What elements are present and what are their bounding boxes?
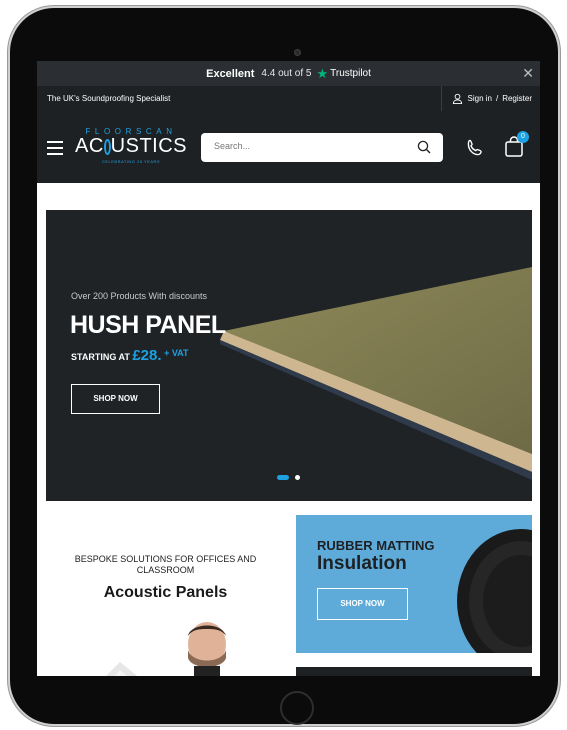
carousel-dots (277, 475, 300, 480)
acoustic-panel-person-image (106, 622, 226, 676)
hero-pretitle: Over 200 Products With discounts (71, 291, 208, 301)
hero-starting-at: STARTING AT (71, 352, 130, 362)
logo-main-text: AC USTICS (75, 135, 187, 158)
rubber-matting-subtitle: Insulation (317, 553, 407, 574)
acoustic-panels-kicker: BESPOKE SOLUTIONS FOR OFFICES AND CLASSR… (74, 554, 257, 575)
home-button[interactable] (280, 691, 314, 725)
site-header: FLOORSCAN AC USTICS CELEBRATING 25 YEARS … (37, 111, 540, 183)
sign-in-link[interactable]: Sign in (468, 94, 492, 103)
phone-icon[interactable] (465, 138, 485, 158)
search-input[interactable] (214, 141, 394, 151)
hero-shop-now-button[interactable]: SHOP NOW (71, 384, 160, 414)
next-promo-card[interactable] (296, 667, 532, 676)
trustpilot-bar[interactable]: Excellent 4.4 out of 5 ★ Trustpilot ✕ (37, 61, 540, 86)
site-logo[interactable]: FLOORSCAN AC USTICS CELEBRATING 25 YEARS (75, 127, 187, 169)
carousel-dot-active[interactable] (277, 475, 289, 480)
rubber-matting-title: RUBBER MATTING (317, 538, 435, 553)
camera-icon (294, 49, 301, 56)
web-page: Excellent 4.4 out of 5 ★ Trustpilot ✕ Th… (37, 61, 540, 676)
account-separator: / (495, 94, 499, 103)
trustpilot-star-icon: ★ (316, 65, 329, 81)
rubber-matting-shop-now-button[interactable]: SHOP NOW (317, 588, 408, 620)
trustpilot-brand: Trustpilot (330, 68, 371, 79)
trustpilot-rating-text: 4.4 out of 5 (261, 68, 312, 79)
tagline: The UK's Soundproofing Specialist (47, 94, 171, 103)
rubber-matting-promo[interactable]: RUBBER MATTING Insulation SHOP NOW (296, 515, 532, 653)
hamburger-menu-icon[interactable] (47, 141, 63, 159)
hero-title: HUSH PANEL (70, 311, 226, 339)
acoustic-panels-heading: Acoustic Panels (103, 584, 228, 601)
rubber-roll-image (457, 529, 532, 653)
close-icon[interactable]: ✕ (522, 65, 534, 82)
logo-main-a: AC (75, 135, 104, 157)
search-box[interactable] (201, 133, 443, 162)
cart-count-badge: 0 (517, 131, 529, 143)
account-links: Sign in / Register (440, 86, 532, 111)
logo-main-b: USTICS (110, 135, 187, 157)
top-strip: The UK's Soundproofing Specialist Sign i… (37, 86, 540, 111)
hero-banner[interactable]: Over 200 Products With discounts HUSH PA… (46, 210, 532, 501)
hero-vat: + VAT (164, 348, 189, 358)
hero-price-row: STARTING AT £28. + VAT (71, 347, 188, 364)
register-link[interactable]: Register (502, 94, 532, 103)
search-icon[interactable] (417, 140, 431, 154)
carousel-dot[interactable] (295, 475, 300, 480)
trustpilot-rating-word: Excellent (206, 67, 255, 80)
hero-price: £28. (132, 347, 162, 364)
logo-sub-text: CELEBRATING 25 YEARS (101, 159, 161, 164)
user-icon (452, 93, 462, 104)
acoustic-panels-promo[interactable]: BESPOKE SOLUTIONS FOR OFFICES AND CLASSR… (46, 515, 285, 676)
logo-ring-icon (103, 138, 111, 155)
